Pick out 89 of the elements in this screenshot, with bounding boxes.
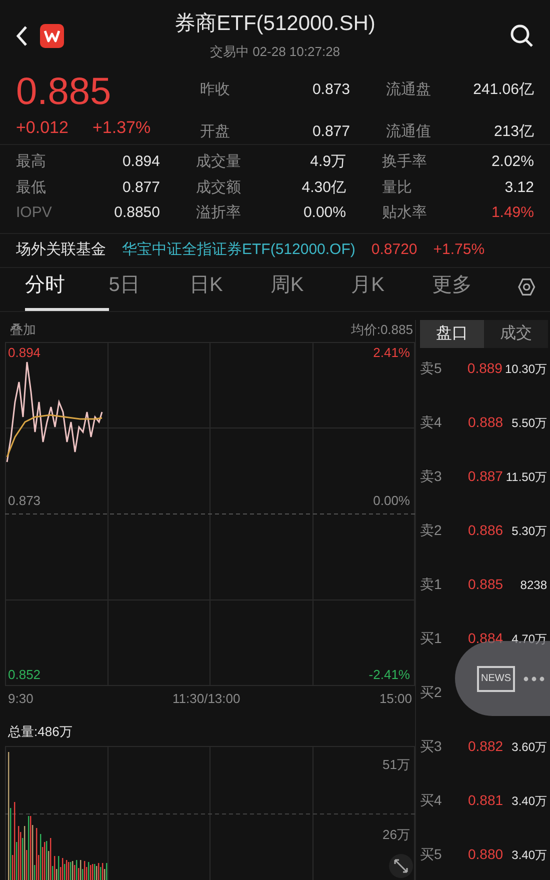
chart-tab[interactable]: 分时 [25, 270, 109, 310]
axis-label: 26万 [382, 828, 410, 840]
stat-label: 流通值 [385, 122, 432, 142]
time-label: 11:30/13:00 [172, 690, 240, 706]
order-price: 0.889 [467, 359, 504, 378]
stat-value: 0.00% [302, 203, 346, 223]
search-icon[interactable] [510, 24, 534, 48]
axis-label: -2.41% [368, 668, 410, 680]
order-volume: 5.50万 [510, 414, 548, 432]
stat-label: 最高 [16, 152, 47, 172]
order-volume: 3.40万 [510, 792, 548, 810]
back-icon[interactable] [15, 25, 29, 47]
order-book-tab[interactable]: 成交 [484, 320, 548, 348]
trading-status: 交易中 02-28 10:27:28 [208, 43, 342, 61]
axis-label: 0.00% [373, 494, 410, 506]
page-title: 券商ETF(512000.SH) [174, 11, 376, 37]
order-price: 0.885 [468, 575, 504, 594]
stat-value: 4.9万 [309, 152, 346, 172]
stat-value: 0.877 [311, 122, 350, 142]
stat-value: 213亿 [492, 122, 534, 142]
axis-label: 2.41% [373, 346, 410, 358]
stat-value: 0.877 [121, 178, 160, 198]
stat-label: 换手率 [381, 152, 428, 172]
order-level: 买3 [420, 737, 443, 756]
order-level: 买4 [420, 791, 443, 810]
stat-label: IOPV [16, 203, 53, 223]
order-book-tab[interactable]: 盘口 [420, 320, 484, 348]
stat-label: 量比 [381, 178, 413, 198]
order-price: 0.886 [468, 521, 504, 540]
time-label: 9:30 [8, 690, 34, 706]
stat-label: 成交量 [195, 152, 242, 172]
chart-tab[interactable]: 更多 [432, 270, 513, 310]
total-volume: 总量:486万 [8, 724, 72, 738]
chart-tab[interactable]: 月K [351, 270, 432, 310]
order-level: 买5 [420, 845, 443, 864]
stat-label: 成交额 [195, 178, 242, 198]
stat-value: 0.873 [311, 80, 350, 100]
stat-value: 0.894 [121, 152, 160, 172]
order-volume: 3.60万 [510, 738, 548, 756]
order-level: 卖1 [420, 575, 443, 594]
order-level: 买1 [420, 629, 443, 648]
order-level: 卖2 [420, 521, 443, 540]
order-level: 卖5 [420, 359, 443, 378]
stat-label: 昨收 [200, 80, 231, 100]
app-logo-icon [40, 24, 64, 48]
stat-label: 贴水率 [381, 203, 428, 223]
axis-label: 51万 [382, 758, 410, 770]
stat-label: 开盘 [200, 122, 231, 142]
order-volume: 8238 [519, 576, 548, 594]
order-volume: 11.50万 [506, 468, 548, 486]
price-change: +0.012 [16, 117, 68, 139]
order-volume: 10.30万 [504, 360, 548, 378]
axis-label: 0.873 [8, 494, 41, 506]
percent-change: +1.37% [92, 117, 151, 139]
axis-label: 0.894 [8, 346, 41, 358]
settings-icon[interactable] [516, 276, 536, 296]
time-label: 15:00 [379, 690, 412, 706]
overlay-toggle[interactable]: 叠加 [10, 320, 36, 342]
order-level: 卖3 [420, 467, 443, 486]
order-level: 买2 [420, 683, 443, 702]
stat-label: 最低 [16, 178, 47, 198]
order-price: 0.881 [468, 791, 504, 810]
stat-value: 0.8850 [113, 203, 160, 223]
fund-price: 0.8720 [371, 240, 418, 260]
stat-value: 241.06亿 [472, 80, 534, 100]
fund-label: 场外关联基金 [16, 240, 106, 260]
chart-tab[interactable]: 5日 [108, 270, 190, 310]
expand-icon[interactable] [389, 854, 413, 878]
stat-value: 4.30亿 [300, 178, 346, 198]
stat-label: 流通盘 [385, 80, 432, 100]
order-price: 0.888 [468, 413, 504, 432]
order-price: 0.880 [468, 845, 504, 864]
last-price: 0.885 [16, 73, 112, 111]
fund-change: +1.75% [433, 240, 485, 260]
stat-label: 溢折率 [195, 203, 242, 223]
chart-tab[interactable]: 日K [190, 270, 270, 310]
order-volume: 3.40万 [510, 846, 548, 864]
order-level: 卖4 [420, 413, 443, 432]
fund-link[interactable]: 华宝中证全指证券ETF(512000.OF) [122, 238, 356, 262]
order-volume: 5.30万 [510, 522, 548, 540]
average-price: 均价:0.885 [350, 320, 413, 338]
order-price: 0.882 [468, 737, 504, 756]
more-icon [523, 676, 545, 682]
chart-tab[interactable]: 周K [270, 270, 352, 310]
stat-value: 1.49% [490, 203, 534, 223]
order-price: 0.887 [468, 467, 504, 486]
stat-value: 2.02% [490, 152, 534, 172]
stat-value: 3.12 [504, 178, 534, 198]
axis-label: 0.852 [8, 668, 41, 680]
